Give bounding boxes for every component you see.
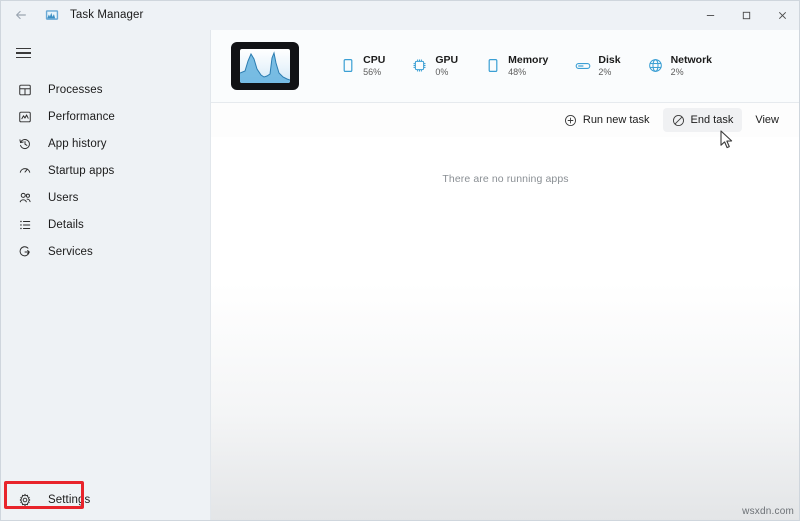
perf-stat-value: 0% [435,66,449,77]
gear-icon [14,489,36,511]
title-bar: Task Manager [0,0,800,30]
perf-stat-name: CPU [363,54,386,67]
sidebar-item-label: Startup apps [48,164,115,177]
sidebar-item-label: App history [48,137,107,150]
task-manager-graph-thumbnail[interactable] [231,42,299,90]
sidebar-item-users[interactable]: Users [6,184,204,211]
perf-stat-value: 2% [670,66,684,77]
back-arrow-icon[interactable] [6,0,36,30]
apps-list-panel: There are no running apps [211,137,800,521]
users-icon [14,187,36,209]
memory-icon [484,57,501,74]
sidebar-item-settings[interactable]: Settings [6,486,205,513]
prohibition-icon [672,114,685,127]
perf-stat-network[interactable]: Network 2% [647,54,712,77]
run-new-task-button[interactable]: Run new task [555,108,659,132]
cpu-icon [339,57,356,74]
startup-apps-icon [14,160,36,182]
sidebar-item-processes[interactable]: Processes [6,76,204,103]
sidebar-nav-list: Processes Performance App history Startu… [0,76,210,265]
network-icon [647,57,664,74]
gpu-icon [411,57,428,74]
sidebar-item-label: Processes [48,83,103,96]
perf-stat-value: 2% [598,66,612,77]
sidebar-item-app-history[interactable]: App history [6,130,204,157]
app-history-icon [14,133,36,155]
view-button[interactable]: View [746,108,788,132]
end-task-label: End task [690,114,734,126]
toolbar: Run new task End task View [211,103,800,137]
sidebar: Processes Performance App history Startu… [0,30,211,521]
processes-icon [14,79,36,101]
minimize-button[interactable] [692,0,728,30]
sidebar-item-label: Settings [48,493,91,506]
plus-circle-icon [564,114,577,127]
details-icon [14,214,36,236]
sidebar-item-performance[interactable]: Performance [6,103,204,130]
close-button[interactable] [764,0,800,30]
sidebar-item-details[interactable]: Details [6,211,204,238]
perf-stat-name: Disk [598,54,621,67]
view-label: View [755,114,779,126]
perf-stat-memory[interactable]: Memory 48% [484,54,549,77]
maximize-button[interactable] [728,0,764,30]
disk-icon [574,57,591,74]
perf-stat-value: 48% [508,66,527,77]
window-title: Task Manager [70,9,144,21]
sidebar-item-services[interactable]: Services [6,238,204,265]
perf-stat-name: Memory [508,54,549,67]
perf-stat-name: Network [670,54,712,67]
run-new-task-label: Run new task [582,114,650,126]
task-manager-window: Task Manager Processes Performance App h… [0,0,800,521]
content-area: CPU 56% GPU 0% Memory 48% Disk 2% Networ… [211,30,800,521]
performance-icon [14,106,36,128]
perf-stat-disk[interactable]: Disk 2% [574,54,621,77]
end-task-button[interactable]: End task [662,108,743,132]
sidebar-settings-row: Settings [0,481,211,513]
hamburger-menu-icon[interactable] [6,36,40,70]
window-controls [692,0,800,30]
watermark: wsxdn.com [742,506,794,517]
sidebar-item-label: Services [48,245,93,258]
perf-stat-cpu[interactable]: CPU 56% [339,54,386,77]
performance-stats: CPU 56% GPU 0% Memory 48% Disk 2% Networ… [339,54,712,77]
sidebar-item-startup-apps[interactable]: Startup apps [6,157,204,184]
services-icon [14,241,36,263]
sidebar-item-label: Performance [48,110,115,123]
task-manager-icon [44,7,60,23]
empty-state-message: There are no running apps [442,173,569,185]
perf-stat-name: GPU [435,54,459,67]
perf-stat-gpu[interactable]: GPU 0% [411,54,459,77]
sidebar-item-label: Details [48,218,84,231]
sidebar-item-label: Users [48,191,79,204]
perf-stat-value: 56% [363,66,382,77]
performance-header: CPU 56% GPU 0% Memory 48% Disk 2% Networ… [211,30,800,102]
